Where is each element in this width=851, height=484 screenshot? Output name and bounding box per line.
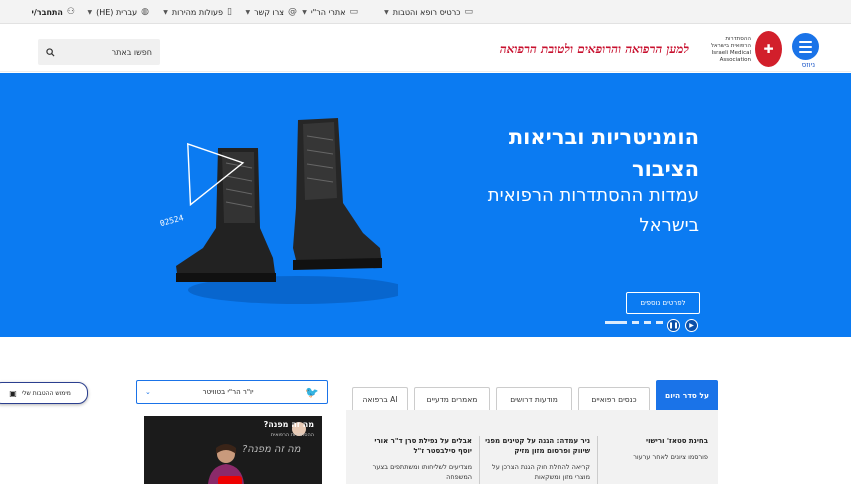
chevron-down-icon: ▼	[163, 8, 168, 16]
next-slide-button[interactable]: ▶	[685, 319, 698, 332]
video-title: מה זה מפנה?	[263, 420, 314, 429]
chevron-down-icon: ▼	[384, 8, 389, 16]
news-body: פורסמו ציונים לאחר ערעור	[633, 453, 708, 461]
chevron-down-icon: ▼	[87, 8, 93, 16]
utility-bar: ▭ כרטיס רופא והטבות ▼ ▭ אתרי הר"י ▼ @ צר…	[0, 0, 851, 24]
more-details-button[interactable]: לפרטים נוספים	[626, 292, 700, 314]
chevron-down-icon: ▼	[302, 8, 307, 16]
twitter-icon: 🐦	[305, 385, 319, 399]
video-subtitle: ההסתדרות הרפואית	[270, 432, 314, 438]
twitter-video[interactable]: מה זה מפנה? ההסתדרות הרפואית מה זה מפנה?	[144, 416, 322, 484]
chevron-down-icon: ⌄	[145, 388, 151, 396]
globe-icon: ◍	[141, 7, 149, 17]
video-overlay-text: מה זה מפנה?	[242, 444, 301, 455]
doctor-card-menu[interactable]: ▭ כרטיס רופא והטבות ▼	[384, 0, 473, 24]
content-tabs: על סדר היום כנסים רפואיים מודעות דרושים …	[346, 380, 718, 410]
hamburger-icon	[799, 40, 812, 43]
search-field[interactable]: חפשו באתר	[38, 39, 160, 65]
twitter-select[interactable]: 🐦 יו"ר הר"י בטוויטר ⌄	[136, 380, 328, 404]
tab-job-ads[interactable]: מודעות דרושים	[496, 387, 572, 410]
chevron-down-icon: ▼	[245, 8, 251, 16]
login-label: התחבר/י	[31, 7, 63, 17]
news-item[interactable]: ניר עמדה: הגנה על קטינים מפני שיווק ופרס…	[484, 436, 590, 482]
hero-banner: 02524 הומניטריות ובריאות הציבור עמדות הה…	[0, 73, 851, 337]
language-menu[interactable]: ◍ עברית (HE) ▼	[87, 0, 149, 24]
divider	[597, 436, 598, 484]
tab-on-agenda[interactable]: על סדר היום	[656, 380, 718, 410]
slide-dot[interactable]	[656, 321, 663, 324]
id-card-icon: ▭	[464, 7, 473, 17]
my-benefits-button[interactable]: מימוש ההטבות שלי ▣	[0, 382, 88, 404]
tab-ai-medicine[interactable]: AI ברפואה	[352, 387, 408, 410]
slide-dot[interactable]	[632, 321, 639, 324]
laptop-icon: ▭	[349, 7, 358, 17]
news-label[interactable]: ניוזס	[802, 61, 815, 69]
boots-image: 02524	[159, 118, 398, 304]
ima-sites-menu[interactable]: ▭ אתרי הר"י ▼	[302, 0, 358, 24]
search-label: חפשו באתר	[111, 47, 152, 57]
divider	[479, 436, 480, 484]
hero-title: הומניטריות ובריאות הציבור	[508, 125, 699, 181]
news-title: בחינת סטאז' ורישוי	[646, 437, 708, 445]
news-item[interactable]: בחינת סטאז' ורישוי פורסמו ציונים לאחר ער…	[602, 436, 708, 462]
slide-dot[interactable]	[644, 321, 651, 324]
slide-indicators	[605, 321, 663, 324]
site-header: ניוזס ✚ ההסתדרות הרפואית בישראל Israeli …	[0, 24, 851, 72]
stamp-text: 02524	[159, 213, 185, 228]
ima-sites-label: אתרי הר"י	[310, 7, 346, 17]
doctor-card-label: כרטיס רופא והטבות	[392, 7, 461, 17]
language-label: עברית (HE)	[96, 7, 138, 17]
document-icon: ▯	[227, 7, 232, 17]
search-icon	[46, 47, 55, 57]
gift-icon: ▣	[9, 388, 17, 398]
twitter-select-label: יו"ר הר"י בטוויטר	[202, 388, 254, 396]
news-item[interactable]: אבלים על נפילת סרן ד"ר אורי יוסף סילבסטר…	[366, 436, 472, 482]
contact-label: צרו קשר	[254, 7, 284, 17]
quick-actions-menu[interactable]: ▯ פעולות מהירות ▼	[163, 0, 232, 24]
pause-button[interactable]: ❚❚	[667, 319, 680, 332]
tab-scientific-articles[interactable]: מאמרים מדעיים	[414, 387, 490, 410]
logo-wordmark: ההסתדרות הרפואית בישראל Israeli Medical …	[710, 36, 751, 63]
news-title: ניר עמדה: הגנה על קטינים מפני שיווק ופרס…	[485, 437, 590, 455]
main-menu-button[interactable]	[792, 33, 819, 60]
site-tagline: למען הרפואה והרופאים ולטובת הרפואה	[499, 42, 689, 56]
news-body: קריאה להחלת חוק הגנת הצרכן על מוצרי מזון…	[492, 463, 590, 481]
news-title: אבלים על נפילת סרן ד"ר אורי יוסף סילבסטר…	[374, 437, 472, 455]
user-icon: ⚇	[66, 7, 75, 17]
contact-menu[interactable]: @ צרו קשר ▼	[246, 0, 297, 24]
news-body: מצדיעים לשליחותו ומשתתפים בצער המשפחה	[372, 463, 472, 481]
hero-subtitle: עמדות ההסתדרות הרפואית בישראל	[487, 185, 699, 236]
login-link[interactable]: ⚇ התחבר/י	[31, 0, 75, 24]
tab-conferences[interactable]: כנסים רפואיים	[578, 387, 650, 410]
pause-icon: ❚❚	[668, 322, 679, 329]
video-play-button[interactable]	[218, 476, 242, 484]
benefits-label: מימוש ההטבות שלי	[21, 389, 71, 397]
play-icon: ▶	[689, 322, 694, 329]
agenda-panel: בחינת סטאז' ורישוי פורסמו ציונים לאחר ער…	[346, 410, 718, 484]
at-icon: @	[288, 7, 297, 17]
ima-logo[interactable]: ✚	[755, 31, 782, 67]
slide-dot[interactable]	[605, 321, 627, 324]
quick-actions-label: פעולות מהירות	[171, 7, 224, 17]
